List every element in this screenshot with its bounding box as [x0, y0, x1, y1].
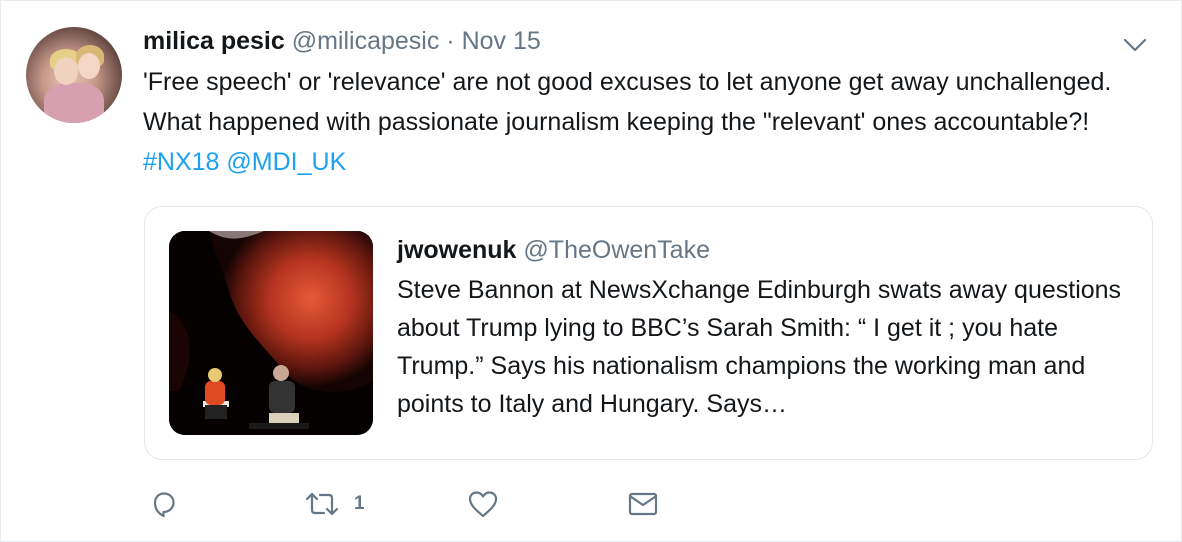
tweet-body: 'Free speech' or 'relevance' are not goo… — [143, 68, 1112, 136]
quoted-author-name[interactable]: jwowenuk — [397, 236, 516, 264]
hashtag-link[interactable]: #NX18 — [143, 148, 219, 176]
reply-button[interactable] — [149, 486, 179, 522]
avatar-figure — [54, 57, 78, 85]
avatar-figure — [78, 53, 100, 79]
separator-dot: · — [446, 27, 455, 55]
tweet-actions: 1 — [149, 486, 669, 522]
quoted-tweet[interactable]: jwowenuk @TheOwenTake Steve Bannon at Ne… — [144, 206, 1153, 460]
like-button[interactable] — [467, 486, 499, 522]
author-name[interactable]: milica pesic — [143, 27, 285, 55]
quoted-tweet-header: jwowenuk @TheOwenTake — [397, 234, 710, 266]
tweet-header: milica pesic @milicapesic · Nov 15 — [143, 25, 541, 57]
heart-icon — [467, 489, 499, 519]
avatar-figure — [44, 83, 104, 123]
author-handle[interactable]: @milicapesic — [292, 27, 440, 55]
reply-icon — [149, 489, 179, 519]
direct-message-button[interactable] — [627, 486, 659, 522]
tweet-date[interactable]: Nov 15 — [462, 27, 541, 55]
mention-link[interactable]: @MDI_UK — [226, 148, 346, 176]
tweet-text: 'Free speech' or 'relevance' are not goo… — [143, 62, 1153, 182]
tweet-card[interactable]: milica pesic @milicapesic · Nov 15 'Free… — [0, 0, 1182, 542]
retweet-icon — [304, 489, 340, 519]
retweet-button[interactable]: 1 — [304, 486, 365, 522]
quoted-tweet-text: Steve Bannon at NewsXchange Edinburgh sw… — [397, 276, 1122, 418]
envelope-icon — [627, 489, 659, 519]
quoted-tweet-image[interactable] — [169, 231, 373, 435]
quoted-author-handle[interactable]: @TheOwenTake — [523, 236, 710, 264]
retweet-count: 1 — [354, 493, 365, 514]
chevron-down-icon[interactable] — [1123, 35, 1147, 55]
avatar[interactable] — [26, 27, 122, 123]
